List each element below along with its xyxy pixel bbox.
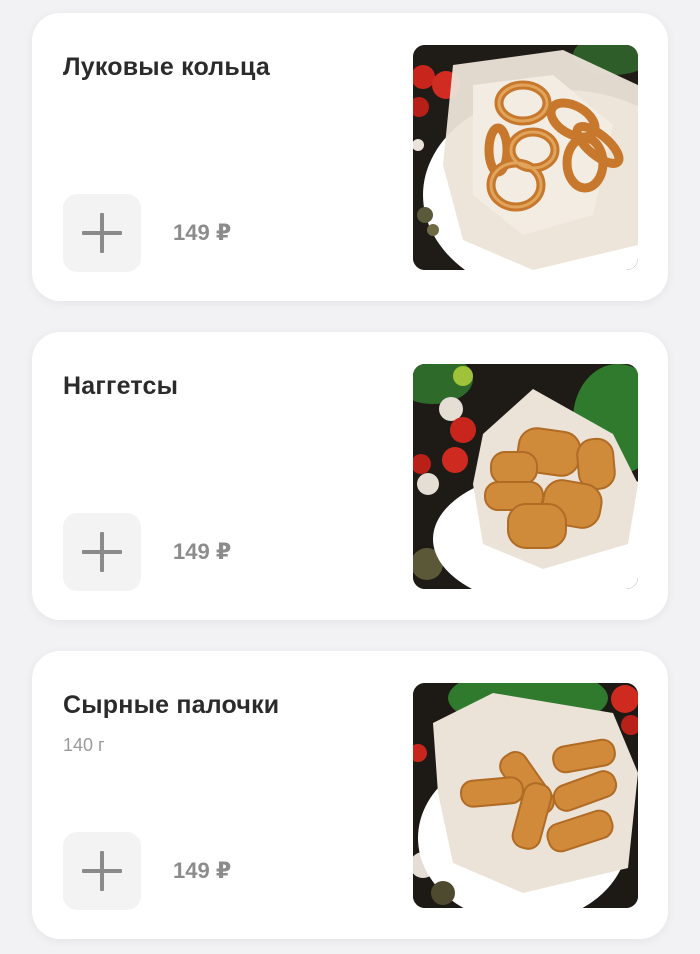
add-to-cart-button[interactable]	[63, 832, 141, 910]
plus-icon	[82, 532, 122, 572]
product-list: Луковые кольца 149 ₽ Наггетсы 149 ₽ Сырн…	[0, 0, 700, 954]
product-title: Сырные палочки	[63, 691, 280, 719]
product-card[interactable]: Луковые кольца 149 ₽	[32, 13, 668, 301]
plus-icon	[82, 851, 122, 891]
product-weight: 140 г	[63, 735, 105, 755]
product-card[interactable]: Наггетсы 149 ₽	[32, 332, 668, 620]
add-to-cart-button[interactable]	[63, 194, 141, 272]
plus-icon	[82, 213, 122, 253]
onion-rings-photo[interactable]	[413, 45, 638, 270]
product-card[interactable]: Сырные палочки 140 г 149 ₽	[32, 651, 668, 939]
product-title: Луковые кольца	[63, 53, 270, 81]
product-title: Наггетсы	[63, 372, 179, 400]
cheese-sticks-photo[interactable]	[413, 683, 638, 908]
add-to-cart-button[interactable]	[63, 513, 141, 591]
product-price: 149 ₽	[173, 858, 232, 883]
nuggets-photo[interactable]	[413, 364, 638, 589]
product-price: 149 ₽	[173, 220, 232, 245]
product-price: 149 ₽	[173, 539, 232, 564]
